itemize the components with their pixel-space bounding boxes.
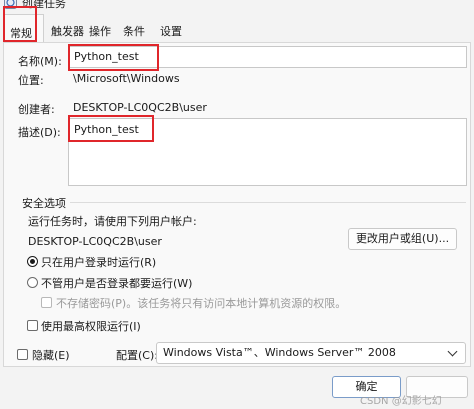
checkbox-highest-privileges[interactable] bbox=[27, 320, 38, 331]
run-as-value: DESKTOP-LC0QC2B\user bbox=[28, 235, 162, 248]
radio-run-whether-logged[interactable] bbox=[27, 277, 38, 288]
checkbox-hidden[interactable] bbox=[17, 349, 28, 360]
highest-privileges-label[interactable]: 使用最高权限运行(I) bbox=[41, 318, 141, 334]
location-label: 位置: bbox=[18, 74, 44, 87]
tab-conditions[interactable]: 条件 bbox=[123, 24, 145, 40]
radio-run-whether-logged-label[interactable]: 不管用户是否登录都要运行(W) bbox=[41, 275, 192, 291]
description-field[interactable]: Python_test bbox=[68, 118, 467, 186]
location-value: \Microsoft\Windows bbox=[73, 72, 180, 85]
tab-actions[interactable]: 操作 bbox=[89, 24, 111, 40]
checkbox-no-store-password[interactable] bbox=[41, 297, 52, 308]
title-bar: 创建任务 bbox=[0, 0, 474, 14]
radio-run-logged-on-label[interactable]: 只在用户登录时运行(R) bbox=[41, 254, 156, 270]
window-title: 创建任务 bbox=[22, 0, 66, 10]
author-value: DESKTOP-LC0QC2B\user bbox=[73, 101, 207, 114]
chevron-down-icon bbox=[447, 346, 458, 357]
hidden-label[interactable]: 隐藏(E) bbox=[32, 347, 70, 363]
radio-run-logged-on[interactable] bbox=[27, 256, 38, 267]
description-value: Python_test bbox=[74, 123, 139, 136]
configure-label: 配置(C): bbox=[116, 349, 158, 362]
configure-value: Windows Vista™、Windows Server™ 2008 bbox=[163, 346, 396, 359]
no-store-password-label: 不存储密码(P)。该任务将只有访问本地计算机资源的权限。 bbox=[56, 297, 347, 310]
watermark: CSDN @幻影七幻 bbox=[360, 396, 442, 407]
author-label: 创建者: bbox=[18, 103, 55, 116]
configure-select[interactable]: Windows Vista™、Windows Server™ 2008 bbox=[156, 342, 466, 364]
description-label: 描述(D): bbox=[18, 126, 61, 139]
task-scheduler-icon bbox=[4, 0, 17, 9]
tab-general[interactable]: 常规 bbox=[3, 14, 44, 44]
name-value: Python_test bbox=[74, 50, 139, 63]
tab-general-label: 常规 bbox=[10, 27, 32, 40]
security-group-title: 安全选项 bbox=[22, 197, 66, 210]
tab-settings[interactable]: 设置 bbox=[160, 24, 182, 40]
name-field[interactable]: Python_test bbox=[68, 46, 467, 68]
name-label: 名称(M): bbox=[18, 55, 62, 68]
security-group-divider bbox=[70, 202, 466, 203]
change-user-button[interactable]: 更改用户或组(U)... bbox=[348, 228, 457, 250]
tab-triggers[interactable]: 触发器 bbox=[51, 24, 84, 40]
run-as-label: 运行任务时，请使用下列用户帐户: bbox=[28, 215, 197, 228]
